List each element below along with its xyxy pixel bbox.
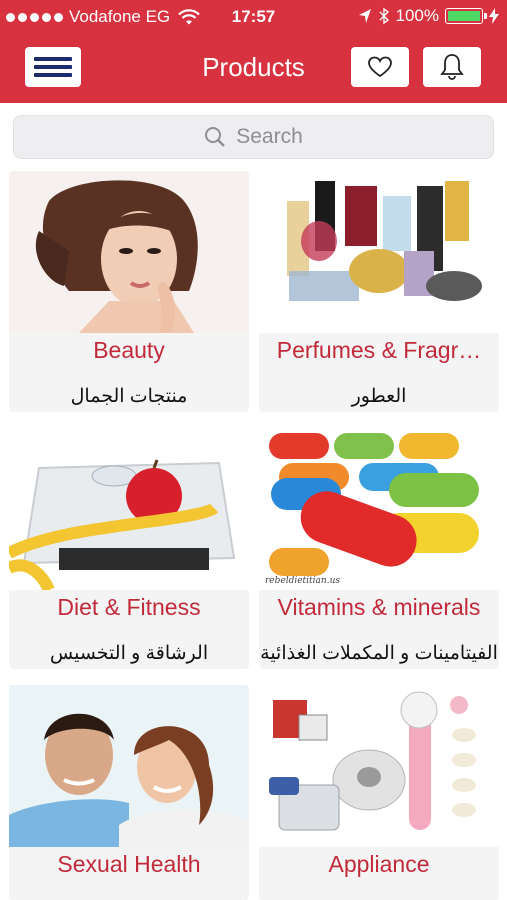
navigation-bar: Products xyxy=(0,32,507,103)
category-card-sexual-health[interactable]: Sexual Health xyxy=(9,685,249,900)
battery-icon xyxy=(445,8,487,24)
category-card-diet-fitness[interactable]: Diet & Fitness الرشاقة و التخسيس xyxy=(9,428,249,669)
image-caption: rebeldietitian.us xyxy=(265,576,340,586)
category-name-ar: منتجات الجمال xyxy=(70,386,188,407)
category-card-vitamins[interactable]: rebeldietitian.us Vitamins & minerals ال… xyxy=(259,428,499,669)
scale-apple-tape-image xyxy=(9,428,249,590)
location-icon xyxy=(358,9,371,23)
category-name-en: Appliance xyxy=(328,851,430,877)
category-name-ar: العطور xyxy=(351,386,407,407)
category-name-en: Vitamins & minerals xyxy=(277,594,481,620)
battery-percent: 100% xyxy=(395,6,439,25)
category-card-beauty[interactable]: Beauty منتجات الجمال xyxy=(9,171,249,412)
category-name-en: Sexual Health xyxy=(57,851,201,877)
category-name-ar: الرشاقة و التخسيس xyxy=(49,643,209,664)
search-input[interactable]: Search xyxy=(13,115,494,159)
app-header: Vodafone EG 17:57 100% Products xyxy=(0,0,507,103)
favorites-button[interactable] xyxy=(351,47,409,87)
bell-icon xyxy=(440,54,464,80)
category-name-en: Perfumes & Fragr… xyxy=(276,337,482,363)
notifications-button[interactable] xyxy=(423,47,481,87)
search-placeholder: Search xyxy=(236,125,303,148)
woman-portrait-image xyxy=(9,171,249,333)
category-name-en: Beauty xyxy=(93,337,165,363)
perfume-bottles-image xyxy=(259,171,499,333)
heart-icon xyxy=(368,56,392,78)
category-name-en: Diet & Fitness xyxy=(57,594,201,620)
appliances-image xyxy=(259,685,499,847)
category-card-perfumes[interactable]: Perfumes & Fragr… العطور xyxy=(259,171,499,412)
couple-image xyxy=(9,685,249,847)
charging-icon xyxy=(489,8,499,24)
category-name-ar: الفيتامينات و المكملات الغذائية xyxy=(260,643,498,664)
category-card-appliance[interactable]: Appliance xyxy=(259,685,499,900)
search-icon xyxy=(205,127,226,147)
status-bar: Vodafone EG 17:57 100% xyxy=(0,0,507,32)
vitamin-capsules-image: rebeldietitian.us xyxy=(259,428,499,590)
bluetooth-icon xyxy=(379,7,389,25)
